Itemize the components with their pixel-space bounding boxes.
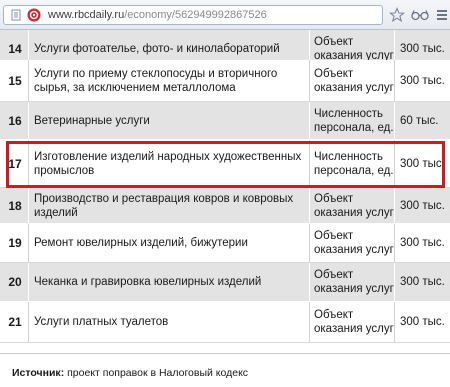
table-row: 18 Производство и реставрация ковров и к…	[0, 188, 450, 224]
table-row: 16 Ветеринарные услуги Численность персо…	[0, 102, 450, 140]
row-number: 18	[8, 198, 22, 213]
page-icon	[11, 9, 21, 21]
base-yield: 300 тыс.	[400, 316, 445, 328]
physical-indicator: Объект оказания услуг	[314, 230, 394, 256]
physical-indicator: Объект оказания услуг	[314, 192, 394, 219]
base-yield: 300 тыс.	[400, 199, 445, 212]
physical-indicator: Объект оказания услуг	[314, 269, 394, 295]
row-number: 17	[8, 156, 22, 171]
footer-divider	[0, 353, 450, 354]
physical-indicator: Объект оказания услуг	[314, 67, 394, 94]
url-path: /economy/562949992867526	[124, 9, 267, 21]
base-yield: 60 тыс.	[400, 114, 439, 127]
service-name: Ветеринарные услуги	[34, 114, 150, 127]
table-row: 19 Ремонт ювелирных изделий, бижутерии О…	[0, 224, 450, 263]
service-name: Чеканка и гравировка ювелирных изделий	[34, 276, 262, 288]
service-name: Производство и реставрация ковров и ковр…	[34, 192, 294, 219]
browser-toolbar: www.rbcdaily.ru/economy/562949992867526	[0, 0, 450, 30]
source-label: Источник:	[12, 367, 65, 379]
reader-mode-icon[interactable]	[411, 9, 429, 21]
source-text: проект поправок в Налоговый кодекс	[67, 367, 249, 379]
url-text[interactable]: www.rbcdaily.ru/economy/562949992867526	[48, 9, 267, 22]
address-bar[interactable]: www.rbcdaily.ru/economy/562949992867526	[3, 5, 383, 25]
table-row: 15 Услуги по приему стеклопосуды и втори…	[0, 60, 450, 102]
physical-indicator: Объект оказания услуг	[314, 309, 394, 335]
service-name: Услуги по приему стеклопосуды и вторично…	[34, 67, 278, 94]
base-yield: 300 тыс.	[400, 157, 445, 170]
table-row: 21 Услуги платных туалетов Объект оказан…	[0, 302, 450, 343]
service-name: Услуги платных туалетов	[34, 316, 169, 328]
base-yield: 300 тыс.	[400, 237, 445, 249]
row-number: 20	[8, 275, 22, 289]
row-number: 21	[8, 315, 22, 329]
physical-indicator: Численность персонала, ед.	[314, 150, 394, 177]
base-yield: 300 тыс.	[400, 74, 445, 87]
row-number: 15	[8, 73, 22, 88]
service-name: Изготовление изделий народных художестве…	[34, 150, 302, 177]
menu-icon[interactable]	[436, 8, 448, 22]
base-yield: 300 тыс.	[400, 276, 445, 288]
source-note: Источник: проект поправок в Налоговый ко…	[12, 367, 248, 379]
table-row: 17 Изготовление изделий народных художес…	[0, 140, 450, 188]
row-number: 16	[8, 113, 22, 128]
service-name: Ремонт ювелирных изделий, бижутерии	[34, 237, 248, 249]
table-row: 20 Чеканка и гравировка ювелирных издели…	[0, 263, 450, 302]
url-host: www.rbcdaily.ru	[48, 9, 125, 21]
physical-indicator: Численность персонала, ед.	[314, 107, 394, 134]
site-favicon-icon	[27, 8, 41, 22]
bookmark-star-icon[interactable]	[389, 7, 405, 23]
row-number: 19	[8, 236, 22, 250]
